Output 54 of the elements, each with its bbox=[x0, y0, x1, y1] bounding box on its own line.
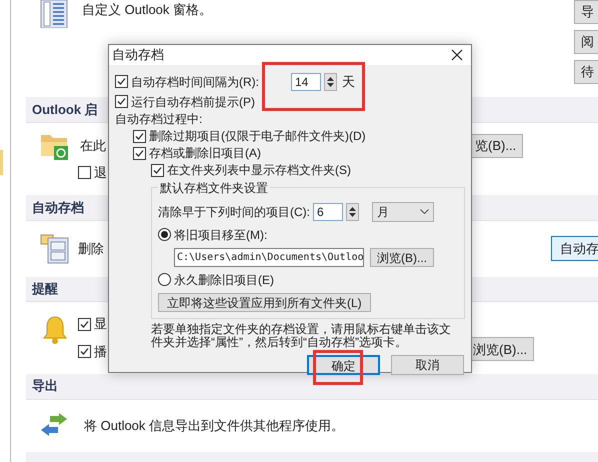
note-text: 若要单独指定文件夹的存档设置，请用鼠标右键单击该文件夹并选择“属性”，然后转到“自动存档”选项卡。 bbox=[150, 322, 452, 348]
checkbox[interactable] bbox=[133, 146, 146, 160]
clean-label: 清除早于下列时间的项目(C): bbox=[158, 204, 310, 220]
checkbox[interactable] bbox=[78, 345, 91, 358]
chevron-down-icon bbox=[420, 209, 429, 214]
checkbox-label: 运行自动存档前提示(P) bbox=[131, 94, 255, 110]
browse-button[interactable]: 浏览(B)... bbox=[370, 248, 434, 266]
intro-text: 自定义 Outlook 窗格。 bbox=[82, 1, 212, 19]
unit-label: 天 bbox=[342, 72, 355, 91]
radio-button[interactable] bbox=[158, 273, 171, 286]
export-arrows-icon bbox=[40, 412, 68, 439]
dialog-title: 自动存档 bbox=[112, 46, 164, 64]
checkbox[interactable] bbox=[115, 95, 128, 108]
path-field[interactable]: C:\Users\admin\Documents\Outloo bbox=[174, 248, 364, 266]
section-title: 自动存档 bbox=[32, 198, 84, 217]
age-field[interactable]: 6 bbox=[313, 202, 343, 220]
radio-label: 将旧项目移至(M): bbox=[174, 226, 268, 244]
action-button[interactable]: 待 bbox=[574, 60, 598, 84]
checkbox[interactable] bbox=[133, 130, 146, 142]
radio-label: 永久删除旧项目(E) bbox=[174, 272, 274, 288]
tab-marker bbox=[0, 150, 3, 175]
checkbox-label: 播 bbox=[94, 342, 107, 361]
checkbox[interactable] bbox=[151, 164, 164, 176]
archive-text: 删除 bbox=[78, 240, 104, 258]
action-button[interactable]: 阅 bbox=[574, 30, 598, 54]
checkbox-label: 存档或删除旧项目(A) bbox=[149, 145, 261, 162]
section-title: Outlook 启 bbox=[32, 100, 98, 119]
filing-cabinet-icon bbox=[40, 234, 70, 264]
bell-icon bbox=[40, 314, 70, 346]
highlight-frame bbox=[313, 350, 363, 385]
checkbox-label: 显 bbox=[94, 315, 107, 334]
checkbox-label: 在文件夹列表中显示存档文件夹(S) bbox=[167, 162, 351, 179]
checkbox[interactable] bbox=[78, 166, 91, 180]
checkbox-label: 退 bbox=[94, 164, 107, 182]
section-title: 提醒 bbox=[32, 280, 58, 298]
action-button[interactable]: 览(B)... bbox=[470, 134, 524, 158]
checkbox[interactable] bbox=[115, 75, 128, 88]
export-text: 将 Outlook 信息导出到文件供其他程序使用。 bbox=[84, 417, 344, 436]
spin-arrows-icon[interactable] bbox=[324, 72, 337, 90]
interval-field[interactable]: 14 bbox=[291, 72, 321, 90]
section-title: 导出 bbox=[32, 377, 58, 396]
checkbox-label: 删除过期项目(仅限于电子邮件文件夹)(D) bbox=[149, 128, 366, 145]
radio-button[interactable] bbox=[158, 228, 171, 241]
checkbox-label: 自动存档时间间隔为(R): bbox=[131, 74, 259, 90]
startup-text: 在此 bbox=[80, 137, 106, 156]
section-label: 自动存档过程中: bbox=[115, 110, 204, 128]
unit-dropdown[interactable]: 月 bbox=[372, 202, 434, 222]
checkbox[interactable] bbox=[78, 318, 91, 331]
ok-button[interactable]: 确定 bbox=[307, 354, 380, 374]
spin-arrows-icon[interactable] bbox=[346, 202, 359, 220]
cancel-button[interactable]: 取消 bbox=[391, 354, 464, 374]
close-icon[interactable] bbox=[451, 48, 463, 61]
apply-button[interactable]: 立即将这些设置应用到所有文件夹(L) bbox=[158, 292, 371, 312]
action-button[interactable]: 导 bbox=[574, 0, 598, 24]
